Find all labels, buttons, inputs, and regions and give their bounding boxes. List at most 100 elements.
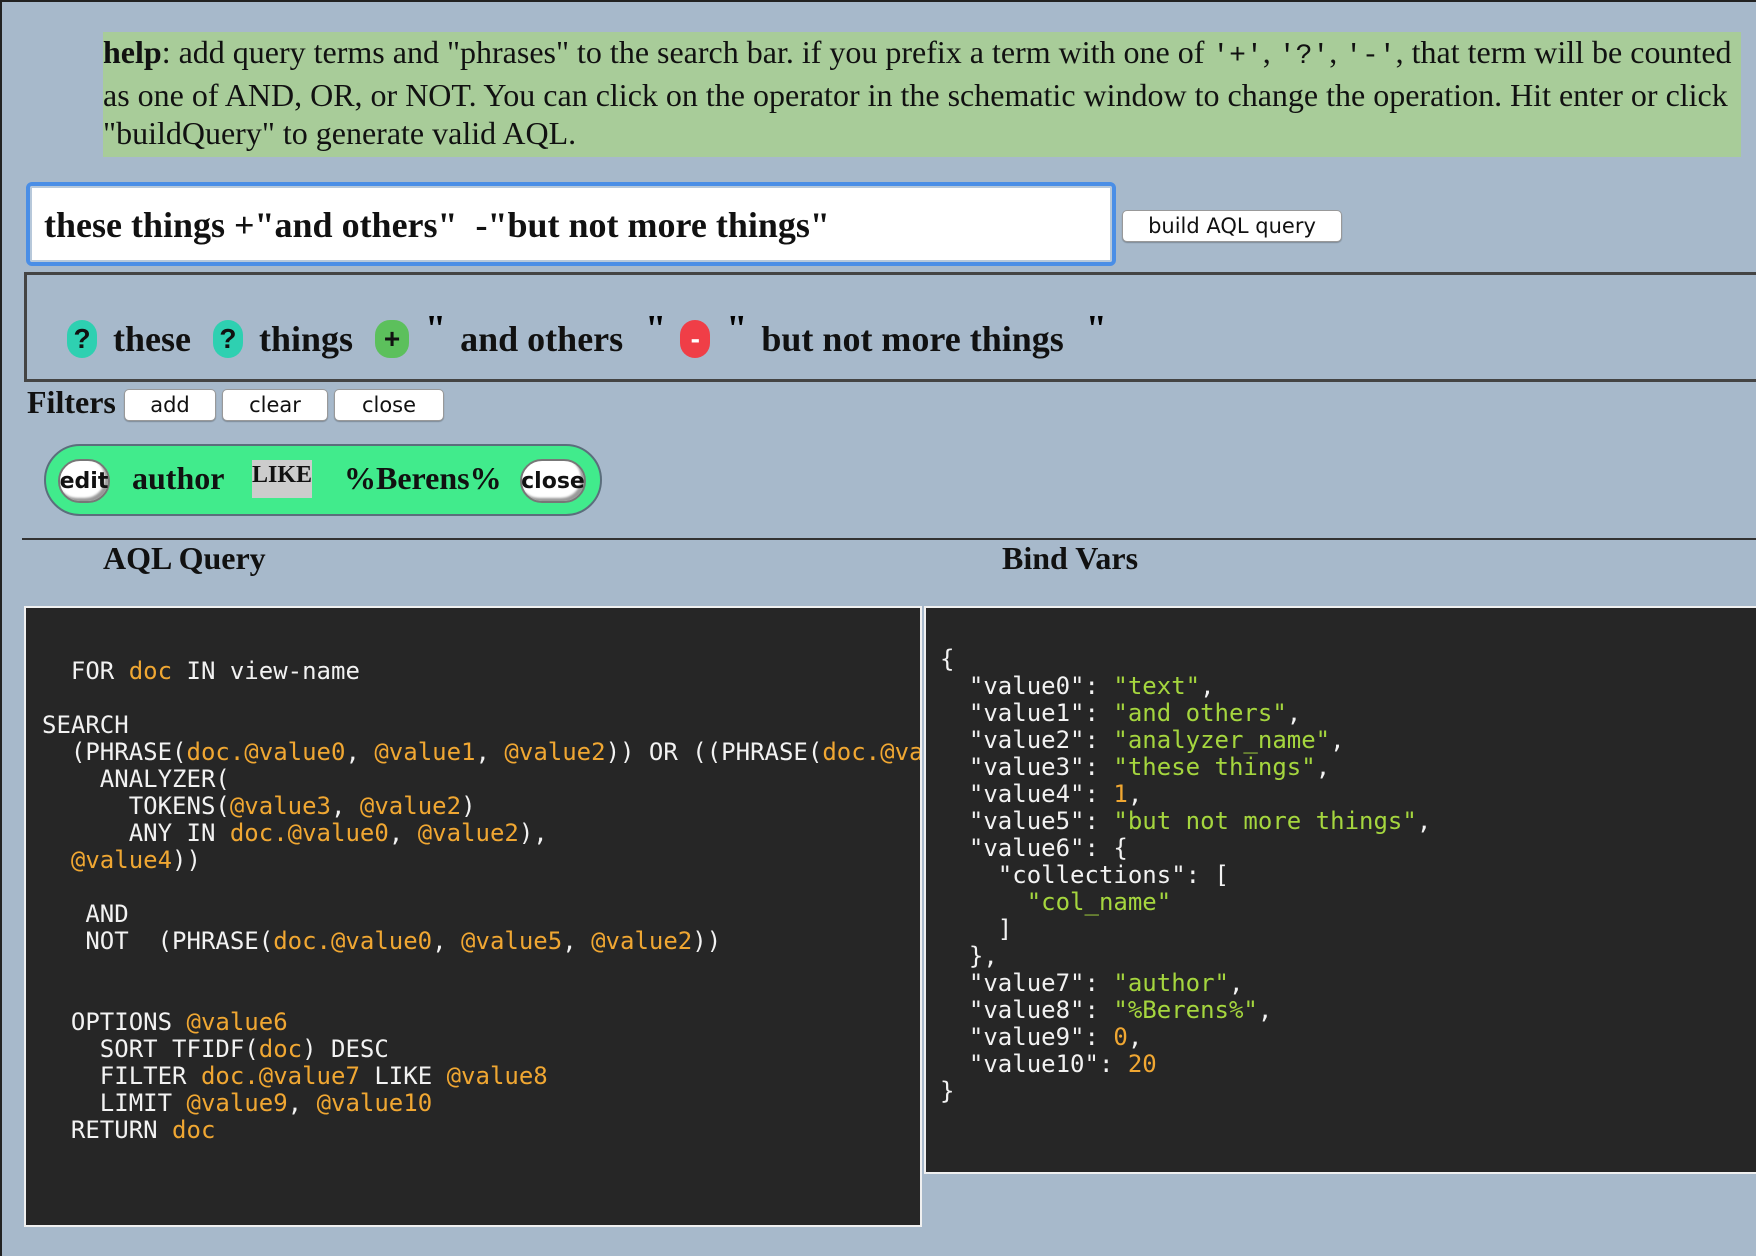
bind-code-token: "but not more things" [1113, 807, 1417, 835]
bind-code-token: , [1228, 969, 1244, 997]
help-text-1: : add query terms and "phrases" to the s… [161, 34, 1213, 70]
bind-code-token: "and others" [1113, 699, 1287, 727]
aql-code-token: ) DESC [302, 1035, 389, 1063]
help-label: help [103, 34, 162, 70]
aql-code-token: doc.@value0 [229, 819, 389, 847]
aql-query-panel: FOR doc IN view-name SEARCH (PHRASE(doc.… [24, 606, 922, 1227]
bind-code-token: "%Berens%" [1113, 996, 1258, 1024]
help-banner: help: add query terms and "phrases" to t… [103, 32, 1741, 157]
bind-code-token: , [1416, 807, 1432, 835]
operator-toggle-and[interactable]: + [375, 320, 410, 358]
filter-field: author [132, 460, 225, 496]
aql-code-token: @value8 [446, 1062, 548, 1090]
bind-code-token: "author" [1113, 969, 1229, 997]
schematic-window: ? these? things + " and others " - " but not more… [24, 272, 1756, 382]
bind-code-token: "collections": [ [940, 861, 1229, 889]
bind-code-token: , [1127, 780, 1143, 808]
aql-code-token: , [287, 1089, 317, 1117]
schematic-term: but not more things [761, 319, 1064, 359]
phrase-close-quote: " [1085, 308, 1107, 350]
bind-code-token: { [940, 645, 955, 673]
aql-code-token: , [331, 792, 360, 820]
bind-code-token: "text" [1113, 672, 1201, 700]
bind-code-token: 0 [1113, 1023, 1128, 1051]
aql-code-token: FOR [42, 657, 129, 685]
aql-code-token: ), [518, 819, 548, 847]
bind-code-token: }, [940, 942, 998, 970]
aql-code-token: @value10 [316, 1089, 433, 1117]
aql-query-title: AQL Query [103, 540, 266, 576]
bind-code-token: 20 [1127, 1050, 1157, 1078]
aql-query-code: FOR doc IN view-name SEARCH (PHRASE(doc.… [26, 657, 920, 1144]
schematic-term: and others [460, 319, 624, 359]
aql-code-token: @value2 [591, 927, 693, 955]
aql-code-token: ANALYZER( [42, 765, 230, 793]
aql-code-token: @value4 [42, 846, 173, 874]
aql-code-token: FILTER [42, 1062, 201, 1090]
bind-code-token: , [1315, 753, 1331, 781]
aql-code-token: , [432, 927, 462, 955]
bind-code-token: , [1200, 672, 1215, 700]
bind-vars-code: { "value0": "text", "value1": "and other… [940, 646, 1431, 1105]
aql-code-token: NOT (PHRASE( [42, 927, 274, 955]
filter-clear-button[interactable]: clear [222, 389, 328, 421]
aql-code-token: @value5 [461, 927, 563, 955]
bind-code-token: "value0": [940, 672, 1114, 700]
search-input[interactable] [42, 194, 1096, 256]
phrase-open-quote: " [726, 308, 748, 350]
aql-code-token: doc.@value0, @value3, @value2 [822, 738, 920, 766]
results-divider [22, 538, 1756, 540]
bind-code-token: "value4": [940, 780, 1114, 808]
aql-code-token: LIMIT [42, 1089, 187, 1117]
bind-vars-title: Bind Vars [1002, 540, 1139, 576]
search-bar [26, 182, 1116, 266]
aql-code-token: OPTIONS [42, 1008, 187, 1036]
aql-code-token: )) OR ((PHRASE( [605, 738, 823, 766]
aql-code-token: SEARCH [42, 711, 129, 739]
aql-code-token: doc.@value7 [200, 1062, 360, 1090]
bind-code-token: "value6": { [940, 834, 1128, 862]
phrase-open-quote: " [425, 308, 447, 350]
bind-code-token: , [1330, 726, 1345, 754]
bind-code-token: , [1257, 996, 1273, 1024]
bind-code-token: 1 [1113, 780, 1128, 808]
build-aql-query-button[interactable]: build AQL query [1122, 210, 1342, 242]
phrase-close-quote: " [645, 308, 667, 350]
aql-code-token: doc [128, 657, 173, 685]
bind-code-token: "value5": [940, 807, 1114, 835]
filter-add-button[interactable]: add [124, 389, 216, 421]
operator-toggle-not[interactable]: - [680, 320, 711, 358]
bind-code-token: "these things" [1113, 753, 1316, 781]
help-op-question: '?' [1278, 41, 1330, 72]
filter-close-button[interactable]: close [334, 389, 444, 421]
bind-code-token: "value1": [940, 699, 1114, 727]
aql-code-token: doc.@value0 [186, 738, 346, 766]
filter-operator[interactable]: LIKE [252, 460, 312, 498]
aql-code-token: @value2 [417, 819, 519, 847]
bind-code-token: "value7": [940, 969, 1114, 997]
help-sep: , [1329, 34, 1346, 70]
bind-code-token: "value3": [940, 753, 1114, 781]
operator-toggle-or[interactable]: ? [67, 320, 97, 358]
aql-code-token: )) [692, 927, 722, 955]
aql-code-token: @value6 [186, 1008, 288, 1036]
aql-code-token: SORT TFIDF( [42, 1035, 259, 1063]
aql-code-token: , [562, 927, 592, 955]
bind-code-token: } [940, 1077, 955, 1105]
aql-code-token: doc [172, 1116, 216, 1144]
filter-edit-button[interactable]: edit [58, 459, 110, 503]
aql-code-token: @value3 [229, 792, 331, 820]
bind-code-token: "value2": [940, 726, 1114, 754]
aql-code-token: RETURN [42, 1116, 173, 1144]
bind-code-token: , [1127, 1023, 1143, 1051]
bind-code-token: "value8": [940, 996, 1114, 1024]
aql-code-token: AND [42, 900, 129, 928]
filter-remove-button[interactable]: close [520, 459, 586, 503]
help-op-minus: '-' [1345, 41, 1396, 72]
aql-code-token: , [345, 738, 375, 766]
schematic-term: these [113, 319, 191, 359]
operator-toggle-or[interactable]: ? [212, 320, 243, 358]
bind-code-token: "col_name" [940, 888, 1172, 916]
help-op-plus: '+' [1212, 41, 1263, 72]
aql-code-token: LIKE [359, 1062, 447, 1090]
